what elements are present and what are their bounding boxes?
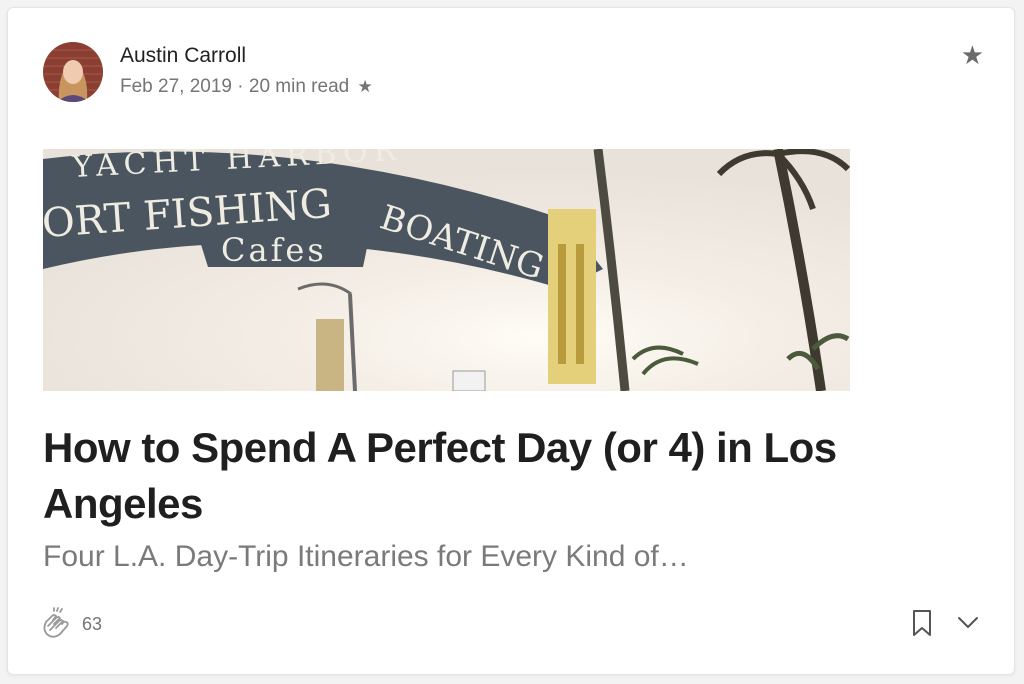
member-star-icon: ★ (357, 77, 373, 96)
story-meta: Feb 27, 2019 · 20 min read ★ (120, 76, 373, 98)
story-subtitle[interactable]: Four L.A. Day-Trip Itineraries for Every… (43, 540, 689, 574)
bookmark-icon[interactable] (910, 609, 934, 637)
publish-date: Feb 27, 2019 (120, 76, 232, 97)
author-name[interactable]: Austin Carroll (120, 44, 246, 68)
sign-line-3: Cafes (221, 231, 327, 269)
meta-separator: · (237, 76, 244, 97)
hero-image[interactable]: YACHT HARBOR ORT FISHING BOATING Cafes (43, 149, 850, 391)
story-card: Austin Carroll Feb 27, 2019 · 20 min rea… (7, 7, 1015, 675)
clap-count: 63 (82, 614, 103, 634)
story-title[interactable]: How to Spend A Perfect Day (or 4) in Los… (43, 420, 883, 532)
author-avatar[interactable] (43, 42, 103, 102)
read-time: 20 min read (248, 76, 350, 97)
featured-star-icon: ★ (960, 40, 984, 70)
chevron-down-icon[interactable] (956, 612, 980, 632)
clap-icon[interactable] (38, 604, 74, 640)
